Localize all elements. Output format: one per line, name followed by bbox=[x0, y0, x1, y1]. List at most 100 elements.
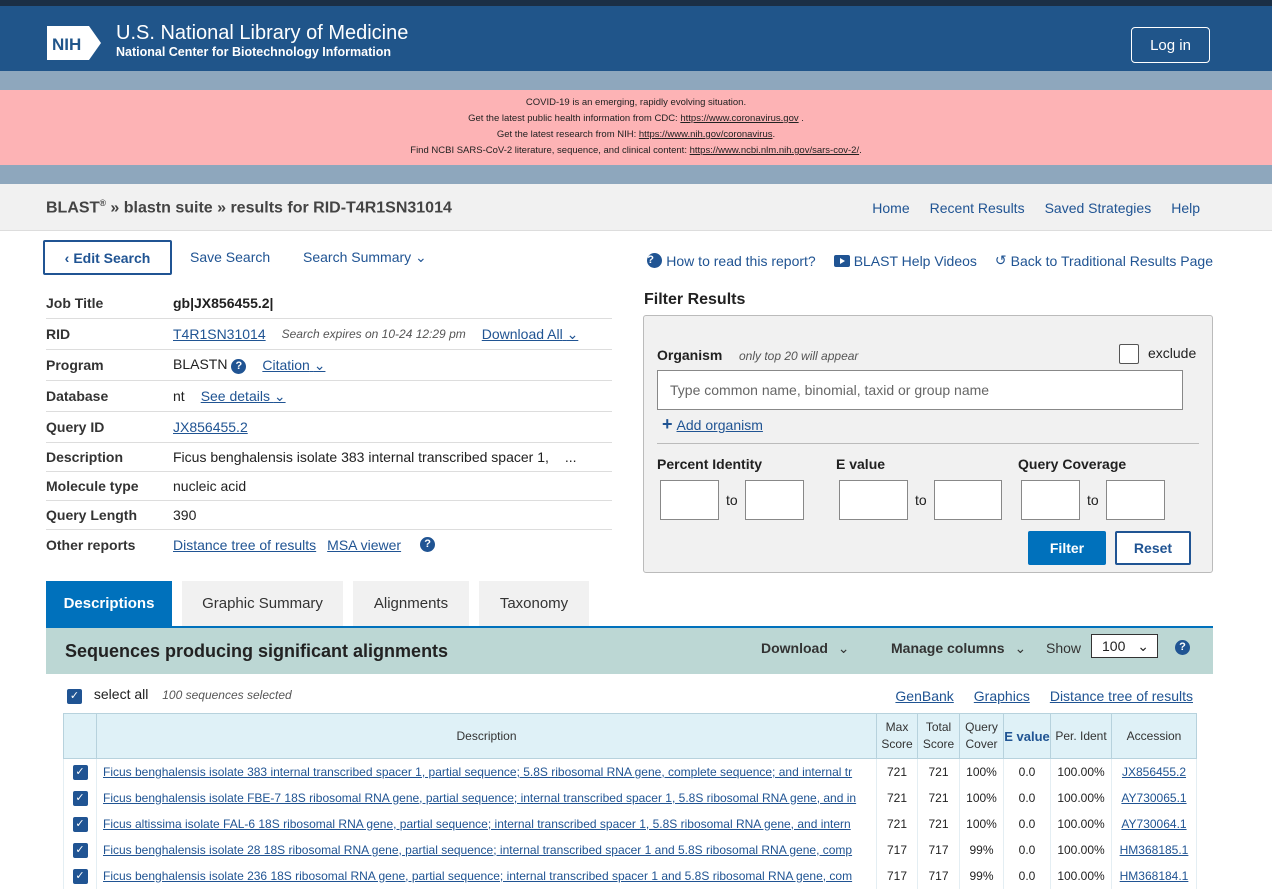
row-checkbox-check[interactable]: ✓ bbox=[72, 868, 88, 884]
row-checkbox-check[interactable]: ✓ bbox=[72, 816, 88, 832]
accession-header[interactable]: Accession bbox=[1111, 713, 1197, 759]
selected-count: 100 sequences selected bbox=[162, 688, 292, 702]
question-icon[interactable]: ? bbox=[420, 537, 436, 552]
distance-tree-link[interactable]: Distance tree of results bbox=[1050, 688, 1193, 704]
description-header[interactable]: Description bbox=[96, 713, 877, 759]
row-description[interactable]: Ficus benghalensis isolate 28 18S riboso… bbox=[96, 836, 877, 863]
row-accession[interactable]: HM368184.1 bbox=[1111, 862, 1197, 889]
reset-button[interactable]: Reset bbox=[1115, 531, 1191, 565]
tab-descriptions[interactable]: Descriptions bbox=[46, 581, 172, 626]
e-value-header[interactable]: E value bbox=[1003, 713, 1051, 759]
row-per-ident: 100.00% bbox=[1050, 836, 1112, 863]
download-dropdown[interactable]: Download ⌄ bbox=[761, 640, 850, 657]
e-value-label: E value bbox=[836, 456, 886, 472]
manage-columns-dropdown[interactable]: Manage columns ⌄ bbox=[891, 640, 1026, 657]
edit-search-button[interactable]: ‹ Edit Search bbox=[43, 240, 172, 275]
sars-cov-2-link[interactable]: https://www.ncbi.nlm.nih.gov/sars-cov-2/ bbox=[690, 145, 859, 156]
rid-link[interactable]: T4R1SN31014 bbox=[173, 326, 266, 342]
row-query-cover: 100% bbox=[959, 784, 1004, 811]
table-row: ✓ Ficus benghalensis isolate 236 18S ribo… bbox=[63, 862, 1197, 889]
add-organism-link[interactable]: + Add organism bbox=[662, 414, 763, 435]
per-ident-header[interactable]: Per. Ident bbox=[1050, 713, 1112, 759]
question-icon[interactable]: ? bbox=[1175, 640, 1190, 655]
nav-help[interactable]: Help bbox=[1171, 200, 1200, 216]
nav-saved-strategies[interactable]: Saved Strategies bbox=[1045, 200, 1152, 216]
question-icon[interactable]: ? bbox=[231, 359, 247, 374]
organism-input[interactable]: Type common name, binomial, taxid or gro… bbox=[657, 370, 1183, 410]
download-all-dropdown[interactable]: Download All ⌄ bbox=[482, 326, 579, 343]
select-all-label[interactable]: select all bbox=[94, 686, 148, 702]
description-more[interactable]: ... bbox=[565, 449, 577, 465]
row-description[interactable]: Ficus altissima isolate FAL-6 18S riboso… bbox=[96, 810, 877, 837]
row-accession[interactable]: AY730064.1 bbox=[1111, 810, 1197, 837]
chevron-down-icon: ⌄ bbox=[1014, 640, 1027, 656]
row-checkbox[interactable]: ✓ bbox=[63, 784, 97, 811]
nav-recent-results[interactable]: Recent Results bbox=[930, 200, 1025, 216]
cdc-link[interactable]: https://www.coronavirus.gov bbox=[680, 113, 798, 124]
max-score-header[interactable]: Max Score bbox=[876, 713, 918, 759]
description-value: Ficus benghalensis isolate 383 internal … bbox=[173, 449, 549, 465]
tab-taxonomy[interactable]: Taxonomy bbox=[479, 581, 589, 626]
rid-expires: Search expires on 10-24 12:29 pm bbox=[281, 327, 466, 341]
row-accession[interactable]: HM368185.1 bbox=[1111, 836, 1197, 863]
citation-dropdown[interactable]: Citation ⌄ bbox=[262, 357, 325, 374]
row-checkbox-check[interactable]: ✓ bbox=[72, 842, 88, 858]
breadcrumb: BLAST® » blastn suite » results for RID-… bbox=[46, 198, 452, 217]
edit-row: ‹ Edit Search Save Search Search Summary… bbox=[43, 240, 1213, 276]
row-checkbox-check[interactable]: ✓ bbox=[72, 764, 88, 780]
nav-home[interactable]: Home bbox=[872, 200, 909, 216]
row-accession[interactable]: JX856455.2 bbox=[1111, 758, 1197, 785]
chevron-down-icon: ⌄ bbox=[837, 640, 850, 656]
nih-covid-link[interactable]: https://www.nih.gov/coronavirus bbox=[639, 129, 773, 140]
row-accession[interactable]: AY730065.1 bbox=[1111, 784, 1197, 811]
row-checkbox[interactable]: ✓ bbox=[63, 862, 97, 889]
query-id-link[interactable]: JX856455.2 bbox=[173, 419, 248, 435]
plus-icon: + bbox=[662, 414, 673, 434]
how-to-read-link[interactable]: ? How to read this report? bbox=[647, 252, 816, 269]
tab-graphic-summary[interactable]: Graphic Summary bbox=[182, 581, 343, 626]
login-button[interactable]: Log in bbox=[1131, 27, 1210, 63]
nih-title-block[interactable]: U.S. National Library of Medicine Nation… bbox=[116, 21, 408, 60]
msa-viewer-link[interactable]: MSA viewer bbox=[327, 537, 401, 553]
tab-alignments[interactable]: Alignments bbox=[353, 581, 469, 626]
question-icon: ? bbox=[647, 253, 663, 268]
row-description[interactable]: Ficus benghalensis isolate FBE-7 18S rib… bbox=[96, 784, 877, 811]
row-max-score: 717 bbox=[876, 862, 918, 889]
row-checkbox-check[interactable]: ✓ bbox=[72, 790, 88, 806]
genbank-link[interactable]: GenBank bbox=[895, 688, 953, 704]
percent-identity-min-input[interactable] bbox=[660, 480, 719, 520]
gray-stripe-2 bbox=[0, 165, 1272, 184]
exclude-checkbox[interactable] bbox=[1119, 344, 1139, 364]
table-row: ✓ Ficus benghalensis isolate 383 internal… bbox=[63, 758, 1197, 785]
nih-logo[interactable]: NIH bbox=[47, 26, 101, 60]
e-value-max-input[interactable] bbox=[934, 480, 1002, 520]
distance-tree-link[interactable]: Distance tree of results bbox=[173, 537, 316, 553]
row-description[interactable]: Ficus benghalensis isolate 383 internal … bbox=[96, 758, 877, 785]
select-all-checkbox[interactable]: ✓ bbox=[67, 689, 82, 704]
percent-identity-max-input[interactable] bbox=[745, 480, 804, 520]
help-videos-link[interactable]: BLAST Help Videos bbox=[833, 252, 977, 269]
query-coverage-min-input[interactable] bbox=[1021, 480, 1080, 520]
query-coverage-max-input[interactable] bbox=[1106, 480, 1165, 520]
total-score-header[interactable]: Total Score bbox=[917, 713, 960, 759]
save-search-link[interactable]: Save Search bbox=[190, 249, 270, 265]
breadcrumb-rest: » blastn suite » results for RID-T4R1SN3… bbox=[105, 199, 452, 217]
row-checkbox[interactable]: ✓ bbox=[63, 810, 97, 837]
graphics-link[interactable]: Graphics bbox=[974, 688, 1030, 704]
search-summary-dropdown[interactable]: Search Summary ⌄ bbox=[303, 249, 427, 266]
row-description[interactable]: Ficus benghalensis isolate 236 18S ribos… bbox=[96, 862, 877, 889]
query-cover-header[interactable]: Query Cover bbox=[959, 713, 1004, 759]
row-max-score: 721 bbox=[876, 784, 918, 811]
e-value-min-input[interactable] bbox=[839, 480, 908, 520]
breadcrumb-blast[interactable]: BLAST bbox=[46, 199, 99, 216]
show-count-select[interactable]: 100 ⌄ bbox=[1091, 634, 1158, 658]
length-value: 390 bbox=[173, 507, 197, 523]
row-checkbox[interactable]: ✓ bbox=[63, 758, 97, 785]
nih-title: U.S. National Library of Medicine bbox=[116, 22, 409, 44]
back-traditional-link[interactable]: ↺ Back to Traditional Results Page bbox=[995, 252, 1213, 269]
row-checkbox[interactable]: ✓ bbox=[63, 836, 97, 863]
see-details-dropdown[interactable]: See details ⌄ bbox=[201, 388, 286, 405]
filter-button[interactable]: Filter bbox=[1028, 531, 1106, 565]
gray-stripe bbox=[0, 71, 1272, 90]
row-query-cover: 100% bbox=[959, 810, 1004, 837]
